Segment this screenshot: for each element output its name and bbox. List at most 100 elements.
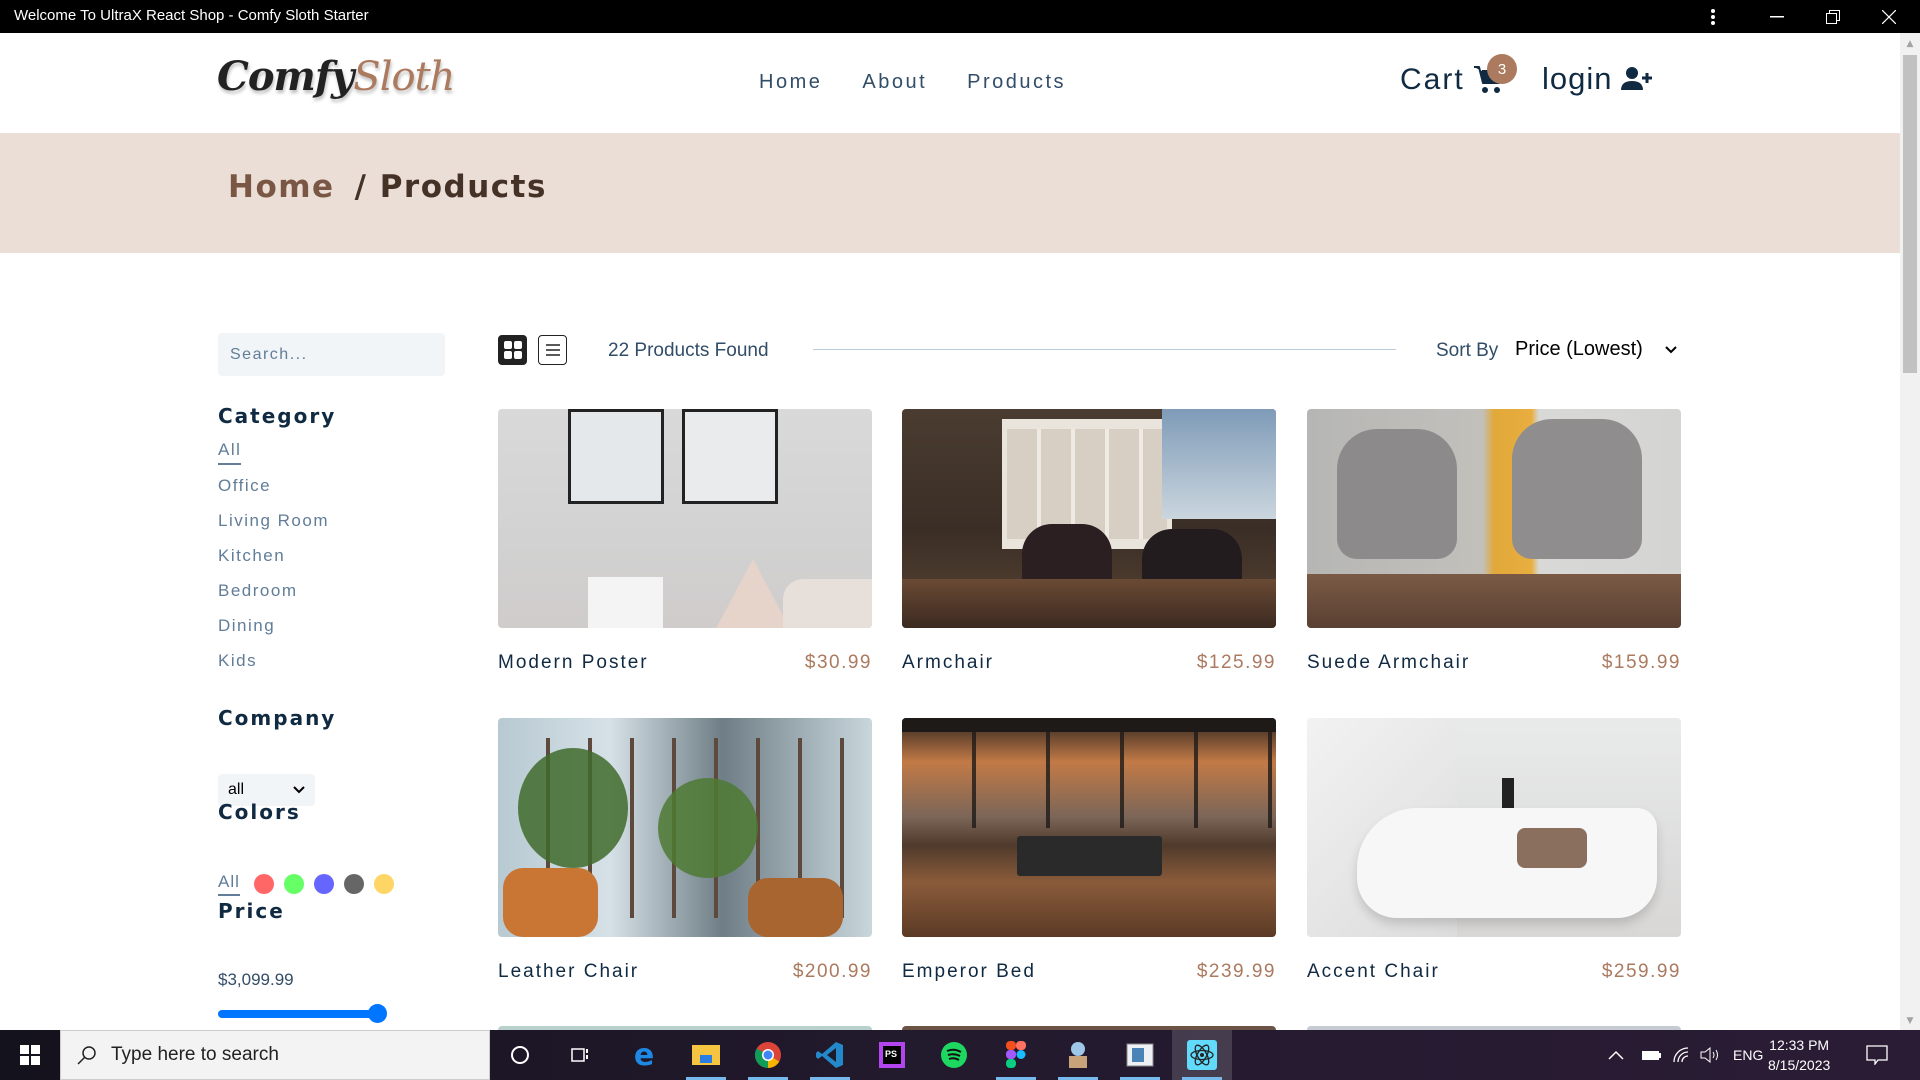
product-image-armchair[interactable] — [902, 409, 1276, 628]
grid-icon — [503, 341, 522, 359]
product-card[interactable]: Leather Chair $200.99 — [498, 718, 872, 983]
search-icon — [77, 1046, 96, 1065]
price-slider[interactable] — [218, 1004, 387, 1023]
product-price: $200.99 — [792, 961, 872, 982]
spotify-icon[interactable] — [924, 1030, 984, 1080]
phpstorm-icon[interactable]: PS — [862, 1030, 922, 1080]
taskbar-search-box[interactable]: Type here to search — [60, 1030, 490, 1080]
windows-taskbar: Type here to search e PS ENG 12:33 PM 8/… — [0, 1030, 1920, 1080]
clock-date: 8/15/2023 — [1768, 1057, 1831, 1073]
search-input[interactable] — [218, 333, 445, 376]
color-swatch-yellow[interactable] — [373, 874, 394, 894]
sort-select[interactable]: Price (Lowest) — [1515, 338, 1677, 361]
company-heading: Company — [218, 706, 337, 730]
price-slider-thumb[interactable] — [368, 1004, 387, 1023]
navbar: ComfySloth Home About Products Cart 3 lo… — [0, 33, 1900, 133]
category-dining[interactable]: Dining — [218, 616, 275, 636]
sort-label: Sort By — [1436, 340, 1499, 361]
taskbar-search-placeholder: Type here to search — [111, 1044, 279, 1065]
cortana-icon[interactable] — [490, 1030, 550, 1080]
product-card[interactable]: Suede Armchair $159.99 — [1307, 409, 1681, 674]
logo[interactable]: ComfySloth — [217, 53, 455, 100]
nav-link-products[interactable]: Products — [967, 71, 1066, 94]
minimize-button[interactable] — [1754, 0, 1800, 33]
page: ComfySloth Home About Products Cart 3 lo… — [0, 33, 1900, 1030]
product-image-modern-poster[interactable] — [498, 409, 872, 628]
color-swatch-green[interactable] — [283, 874, 304, 894]
product-card[interactable]: Modern Poster $30.99 — [498, 409, 872, 674]
cart-label: Cart — [1400, 63, 1465, 96]
product-image-accent-chair[interactable] — [1307, 718, 1681, 937]
breadcrumb-current: / Products — [354, 169, 547, 205]
battery-icon[interactable] — [1640, 1030, 1662, 1080]
category-kids[interactable]: Kids — [218, 651, 257, 671]
product-price: $30.99 — [804, 652, 872, 673]
scrollbar-thumb[interactable] — [1903, 55, 1917, 373]
window-titlebar: Welcome To UltraX React Shop - Comfy Slo… — [0, 0, 1920, 33]
category-kitchen[interactable]: Kitchen — [218, 546, 285, 566]
nav-link-home[interactable]: Home — [759, 71, 822, 94]
logo-text-sloth: Sloth — [353, 54, 455, 100]
price-value: $3,099.99 — [218, 970, 294, 989]
product-image-suede-armchair[interactable] — [1307, 409, 1681, 628]
language-indicator[interactable]: ENG — [1733, 1030, 1763, 1080]
category-office[interactable]: Office — [218, 476, 271, 496]
product-name: Accent Chair — [1307, 961, 1440, 982]
color-swatch-blue[interactable] — [313, 874, 334, 894]
color-swatch-black[interactable] — [343, 874, 364, 894]
window-title: Welcome To UltraX React Shop - Comfy Slo… — [14, 7, 369, 24]
menu-kebab-icon[interactable] — [1690, 0, 1736, 33]
restore-button[interactable] — [1810, 0, 1856, 33]
svg-text:PS: PS — [885, 1049, 897, 1059]
list-view-button[interactable] — [538, 335, 567, 365]
react-app-icon[interactable] — [1172, 1030, 1232, 1080]
taskbar-clock[interactable]: 12:33 PM 8/15/2023 — [1768, 1035, 1830, 1075]
start-button[interactable] — [0, 1030, 60, 1080]
notifications-icon[interactable] — [1866, 1030, 1888, 1080]
chevron-down-icon — [293, 786, 305, 794]
file-explorer-icon[interactable] — [676, 1030, 736, 1080]
color-filter: All — [218, 872, 394, 896]
scroll-up-arrow-icon[interactable]: ▲ — [1900, 35, 1920, 53]
close-button[interactable] — [1866, 0, 1912, 33]
breadcrumb-home-link[interactable]: Home — [228, 169, 335, 205]
product-price: $125.99 — [1196, 652, 1276, 673]
scroll-down-arrow-icon[interactable]: ▼ — [1900, 1012, 1920, 1030]
product-card[interactable]: Emperor Bed $239.99 — [902, 718, 1276, 983]
vscode-icon[interactable] — [800, 1030, 860, 1080]
chrome-icon[interactable] — [738, 1030, 798, 1080]
product-image-emperor-bed[interactable] — [902, 718, 1276, 937]
category-heading: Category — [218, 404, 337, 428]
wifi-icon[interactable] — [1672, 1030, 1690, 1080]
category-all[interactable]: All — [218, 440, 242, 465]
logo-text-comfy: Comfy — [217, 53, 354, 100]
show-hidden-icons-button[interactable] — [1608, 1030, 1624, 1080]
clock-time: 12:33 PM — [1769, 1037, 1830, 1053]
hero-banner: Home / Products — [0, 133, 1900, 253]
window-app-icon[interactable] — [1110, 1030, 1170, 1080]
colors-heading: Colors — [218, 800, 301, 824]
cart-count-badge: 3 — [1487, 54, 1517, 84]
product-image-leather-chair[interactable] — [498, 718, 872, 937]
nav-link-about[interactable]: About — [862, 71, 927, 94]
products-count: 22 Products Found — [608, 340, 769, 361]
page-scrollbar[interactable]: ▲ ▼ — [1900, 33, 1920, 1030]
product-card[interactable]: Armchair $125.99 — [902, 409, 1276, 674]
category-bedroom[interactable]: Bedroom — [218, 581, 297, 601]
character-app-icon[interactable] — [1048, 1030, 1108, 1080]
task-view-icon[interactable] — [550, 1030, 610, 1080]
color-all-button[interactable]: All — [218, 872, 240, 896]
volume-icon[interactable] — [1700, 1030, 1720, 1080]
windows-logo-icon — [20, 1045, 40, 1065]
product-name: Armchair — [902, 652, 995, 673]
figma-icon[interactable] — [986, 1030, 1046, 1080]
edge-icon[interactable]: e — [614, 1030, 674, 1080]
nav-links: Home About Products — [759, 71, 1066, 94]
product-name: Leather Chair — [498, 961, 640, 982]
category-living-room[interactable]: Living Room — [218, 511, 329, 531]
grid-view-button[interactable] — [498, 335, 527, 365]
price-heading: Price — [218, 899, 285, 923]
product-card[interactable]: Accent Chair $259.99 — [1307, 718, 1681, 983]
login-button[interactable]: login — [1542, 61, 1653, 97]
color-swatch-red[interactable] — [253, 874, 274, 894]
